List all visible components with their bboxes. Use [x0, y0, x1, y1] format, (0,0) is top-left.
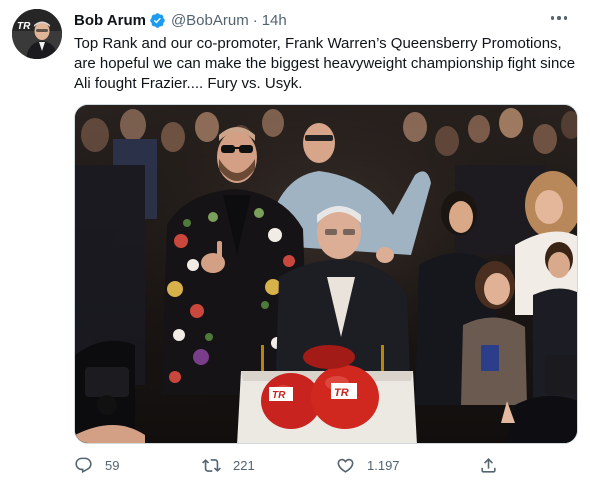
like-icon [336, 456, 355, 475]
reply-count: 59 [105, 457, 120, 473]
more-horizontal-icon[interactable] [548, 8, 570, 28]
author-name[interactable]: Bob Arum [74, 12, 146, 29]
author-handle[interactable]: @BobArum [171, 12, 249, 29]
separator-dot: · [252, 11, 258, 29]
tweet-card[interactable]: TR Bob Arum @BobArum · 14h Top Rank and … [0, 0, 590, 491]
svg-text:TR: TR [334, 387, 349, 399]
tweet-actions: 59 221 1.197 [74, 452, 544, 478]
retweet-button[interactable]: 221 [202, 452, 255, 478]
like-count: 1.197 [367, 457, 400, 473]
reply-icon [74, 456, 93, 475]
svg-text:TR: TR [272, 390, 286, 401]
photo-image: TR TR [75, 105, 577, 443]
share-button[interactable] [479, 452, 498, 478]
svg-text:TR: TR [17, 21, 31, 32]
share-icon [479, 456, 498, 475]
retweet-count: 221 [233, 457, 255, 473]
reply-button[interactable]: 59 [74, 452, 119, 478]
retweet-icon [202, 456, 221, 475]
verified-badge-icon [149, 12, 166, 29]
tweet-timestamp[interactable]: 14h [262, 12, 287, 29]
like-button[interactable]: 1.197 [336, 452, 400, 478]
tweet-photo[interactable]: TR TR [74, 104, 578, 444]
author-avatar[interactable]: TR [12, 9, 62, 59]
avatar-image: TR [12, 9, 62, 59]
tweet-text: Top Rank and our co-promoter, Frank Warr… [74, 35, 576, 92]
tweet-header: Bob Arum @BobArum · 14h [74, 10, 287, 30]
